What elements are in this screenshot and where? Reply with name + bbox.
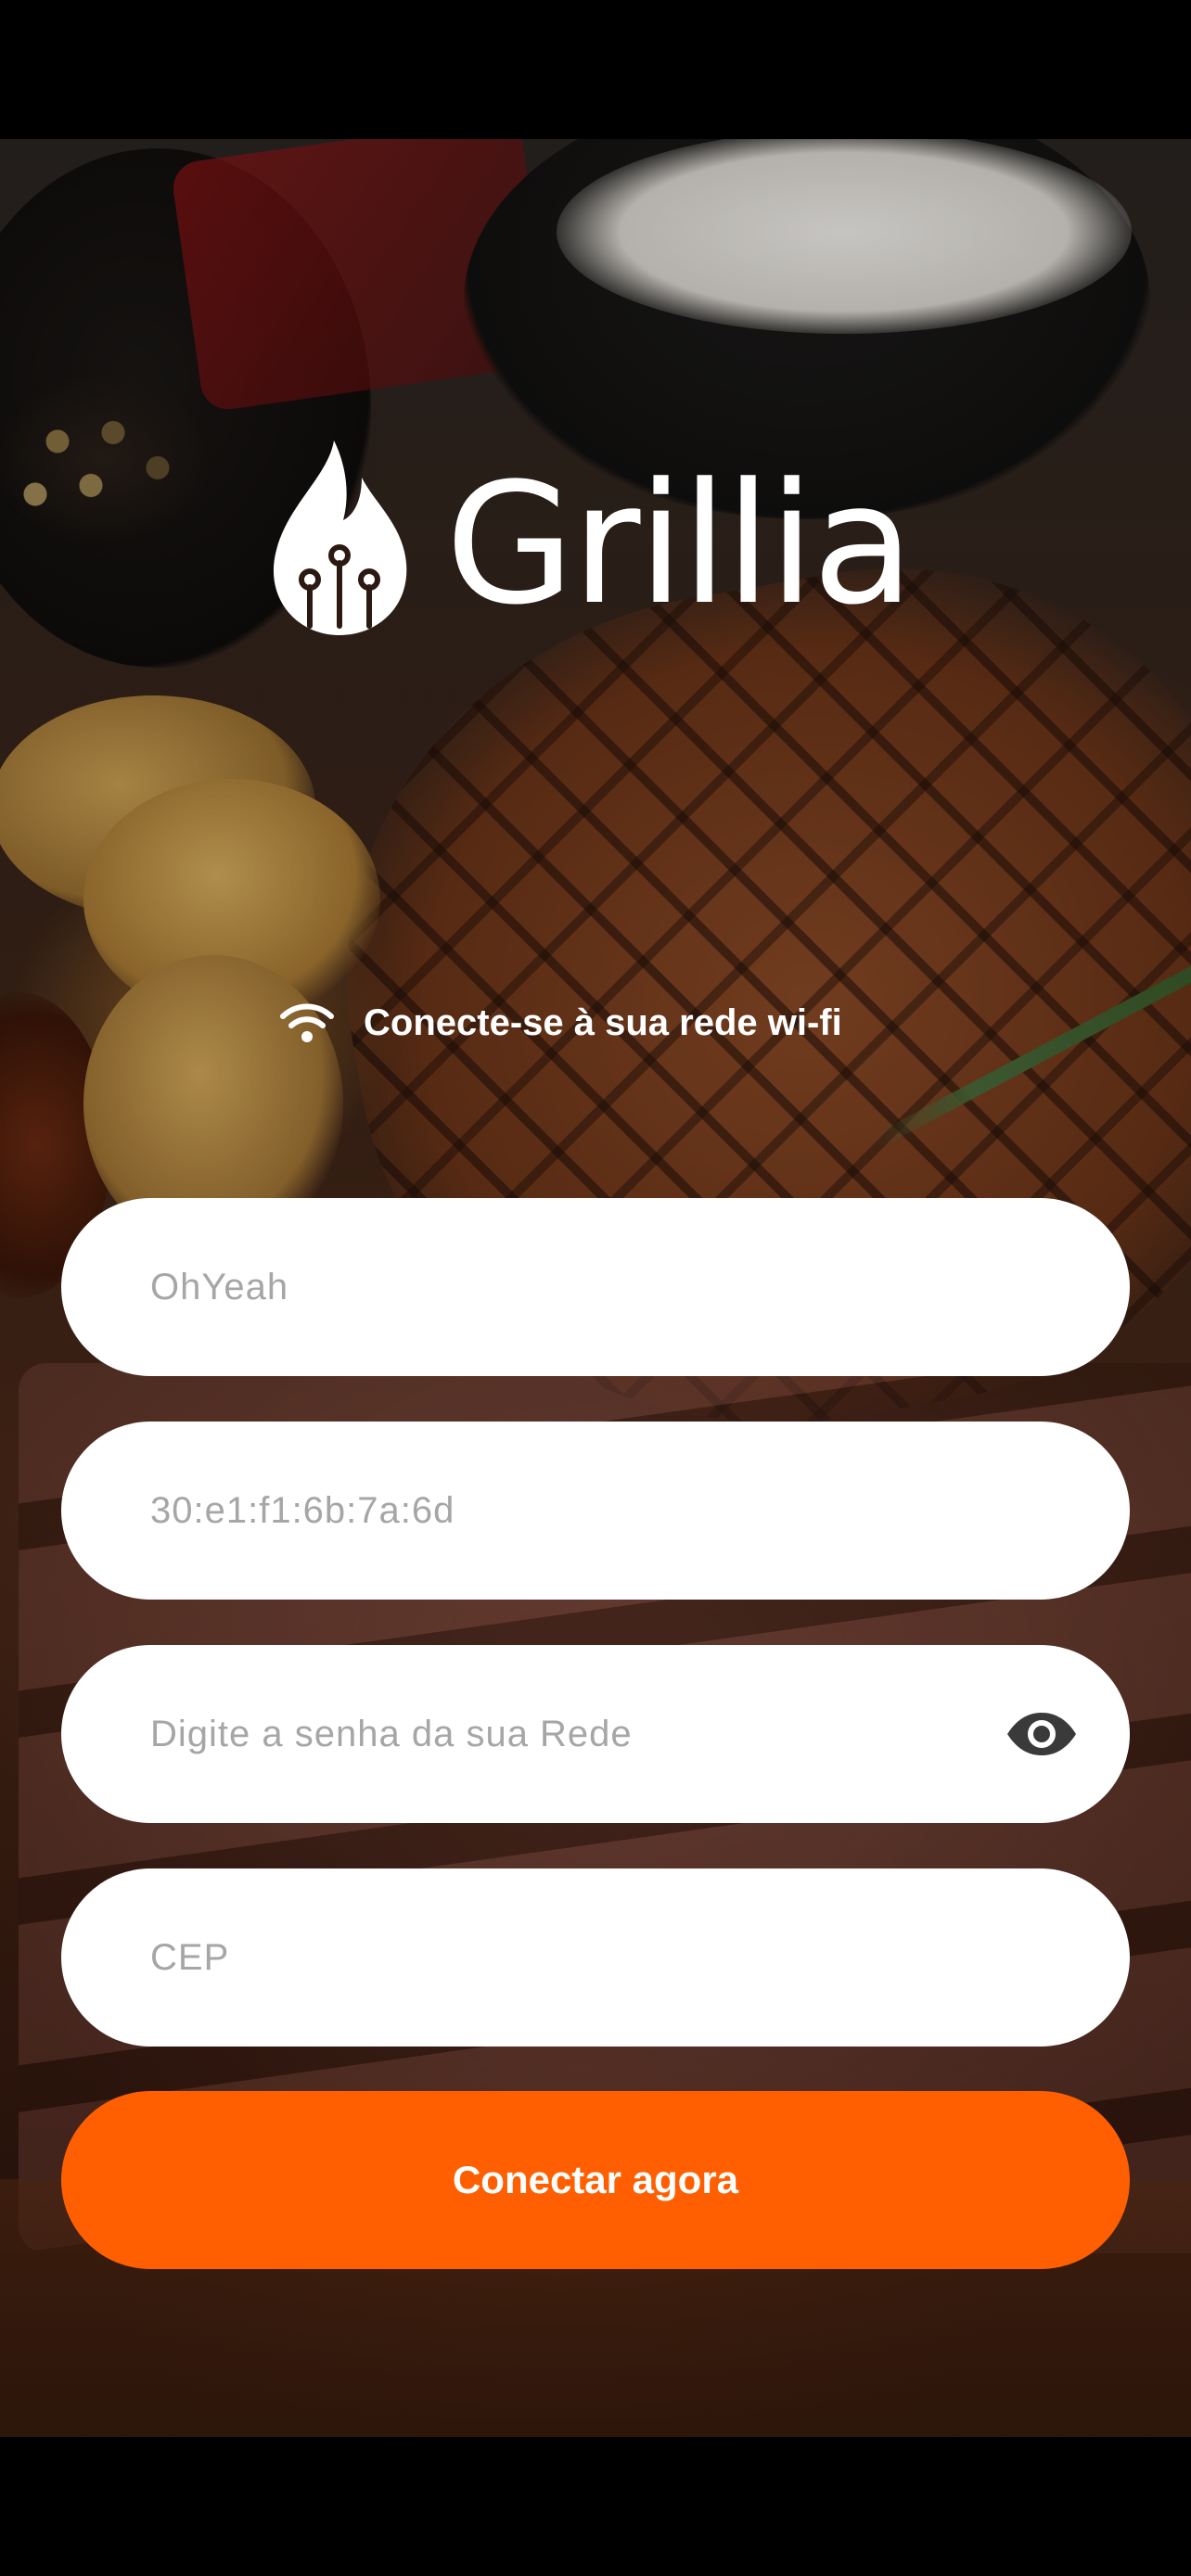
network-name-field[interactable]	[61, 1198, 1130, 1376]
app-logo: Grillia	[269, 440, 937, 644]
cep-field[interactable]	[61, 1868, 1130, 2047]
status-bar-area	[0, 0, 1191, 139]
network-name-input[interactable]	[150, 1198, 1078, 1376]
app-name: Grillia	[445, 448, 915, 642]
mac-address-input[interactable]	[150, 1422, 1078, 1600]
navigation-bar-area	[0, 2437, 1191, 2576]
wifi-prompt: Conecte-se à sua rede wi-fi	[278, 997, 842, 1049]
cep-input[interactable]	[150, 1868, 1078, 2047]
wifi-prompt-text: Conecte-se à sua rede wi-fi	[364, 1001, 842, 1043]
mac-address-field[interactable]	[61, 1422, 1130, 1600]
eye-icon[interactable]	[1005, 1711, 1078, 1757]
password-input[interactable]	[150, 1645, 1005, 1823]
wifi-icon	[280, 1003, 334, 1042]
password-field[interactable]	[61, 1645, 1130, 1823]
flame-circuit-icon	[273, 440, 407, 635]
connect-button[interactable]: Conectar agora	[61, 2091, 1130, 2269]
